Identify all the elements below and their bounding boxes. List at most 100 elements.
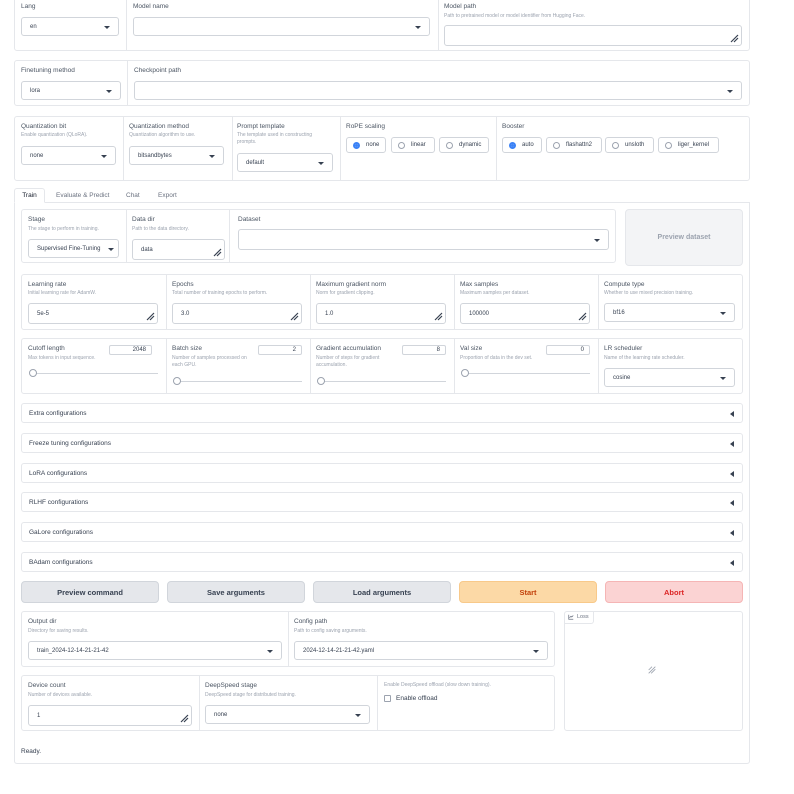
tab-underline <box>45 202 750 203</box>
accordion-rlhf[interactable]: RLHF configurations <box>21 492 743 512</box>
checkbox-icon <box>384 694 391 702</box>
batch-size-slider-handle[interactable] <box>173 377 181 385</box>
divider <box>454 275 455 329</box>
max-grad-norm-input[interactable]: 1.0 <box>316 303 446 324</box>
max-grad-norm-value: 1.0 <box>325 310 334 317</box>
accordion-lora[interactable]: LoRA configurations <box>21 463 743 483</box>
batch-size-number[interactable]: 2 <box>258 345 302 355</box>
cutoff-length-slider-track[interactable] <box>30 373 158 374</box>
max-samples-input[interactable]: 100000 <box>460 303 590 324</box>
rope-option-dynamic[interactable]: dynamic <box>439 137 489 153</box>
batch-size-label: Batch size <box>172 345 202 352</box>
tab-chat[interactable]: Chat <box>126 192 140 199</box>
radio-selected-icon <box>353 141 360 149</box>
val-size-label: Val size <box>460 345 483 352</box>
cutoff-length-label: Cutoff length <box>28 345 65 352</box>
cutoff-length-slider-handle[interactable] <box>29 369 37 377</box>
radio-icon <box>398 141 405 149</box>
lang-dropdown[interactable]: en <box>21 17 119 36</box>
accordion-badam[interactable]: BAdam configurations <box>21 552 743 572</box>
radio-selected-icon <box>509 141 516 149</box>
model-name-dropdown[interactable] <box>133 17 430 36</box>
checkpoint-path-dropdown[interactable] <box>134 81 742 100</box>
divider <box>598 339 599 393</box>
data-dir-info: Path to the data directory. <box>132 226 189 232</box>
quantization-method-label: Quantization method <box>129 123 189 130</box>
divider <box>126 0 127 50</box>
gradient-accumulation-number[interactable]: 8 <box>402 345 446 355</box>
gradient-accumulation-slider-track[interactable] <box>318 381 446 382</box>
enable-offload-checkbox[interactable]: Enable offload <box>384 693 437 703</box>
tab-export[interactable]: Export <box>158 192 177 199</box>
tab-train[interactable]: Train <box>14 188 45 203</box>
tab-evaluate-predict[interactable]: Evaluate & Predict <box>56 192 109 199</box>
lr-scheduler-dropdown[interactable]: cosine <box>604 368 735 387</box>
chevron-down-icon <box>594 238 600 242</box>
accordion-freeze-tuning[interactable]: Freeze tuning configurations <box>21 433 743 453</box>
radio-icon <box>446 141 453 149</box>
accordion-galore[interactable]: GaLore configurations <box>21 522 743 542</box>
rope-option-linear[interactable]: linear <box>391 137 435 153</box>
rope-option-none[interactable]: none <box>346 137 386 153</box>
finetuning-method-dropdown[interactable]: lora <box>21 81 121 100</box>
batch-size-value: 2 <box>292 347 296 353</box>
gradient-accumulation-slider-handle[interactable] <box>317 377 325 385</box>
start-button[interactable]: Start <box>459 581 597 603</box>
device-count-input[interactable]: 1 <box>28 705 192 726</box>
cutoff-length-number[interactable]: 2048 <box>109 345 152 355</box>
resize-handle-icon[interactable] <box>146 312 155 321</box>
rope-option-label: linear <box>411 142 426 148</box>
stage-info: The stage to perform in training. <box>28 226 99 232</box>
val-size-slider-track[interactable] <box>462 373 590 374</box>
booster-option-auto[interactable]: auto <box>502 137 542 153</box>
val-size-number[interactable]: 0 <box>546 345 590 355</box>
quantization-method-dropdown[interactable]: bitsandbytes <box>129 146 224 165</box>
data-dir-label: Data dir <box>132 216 155 223</box>
model-path-input[interactable] <box>444 25 742 46</box>
resize-handle-icon[interactable] <box>730 34 739 43</box>
stage-dropdown[interactable]: Supervised Fine-Tuning <box>28 239 119 258</box>
val-size-slider-handle[interactable] <box>461 369 469 377</box>
preview-dataset-button[interactable]: Preview dataset <box>625 209 743 266</box>
resize-handle-icon[interactable] <box>434 312 443 321</box>
epochs-input[interactable]: 3.0 <box>172 303 302 324</box>
deepspeed-stage-dropdown[interactable]: none <box>205 705 370 724</box>
quantization-bit-dropdown[interactable]: none <box>21 146 116 165</box>
accordion-title: LoRA configurations <box>29 470 88 477</box>
accordion-title: Extra configurations <box>29 410 87 417</box>
prompt-template-dropdown[interactable]: default <box>237 153 333 172</box>
dataset-dropdown[interactable] <box>238 229 609 250</box>
divider <box>438 0 439 50</box>
resize-handle-icon[interactable] <box>578 312 587 321</box>
abort-button[interactable]: Abort <box>605 581 743 603</box>
resize-handle-icon[interactable] <box>180 714 189 723</box>
loss-plot-tag: Loss <box>564 611 594 624</box>
data-dir-input[interactable]: data <box>132 239 225 260</box>
device-count-label: Device count <box>28 682 66 689</box>
learning-rate-input[interactable]: 5e-5 <box>28 303 158 324</box>
config-path-dropdown[interactable]: 2024-12-14-21-21-42.yaml <box>294 641 548 660</box>
preview-command-button[interactable]: Preview command <box>21 581 159 603</box>
resize-handle-icon[interactable] <box>213 248 222 257</box>
output-dir-dropdown[interactable]: train_2024-12-14-21-21-42 <box>28 641 282 660</box>
data-dir-value: data <box>141 246 153 253</box>
booster-option-liger-kernel[interactable]: liger_kernel <box>658 137 719 153</box>
booster-option-flashattn2[interactable]: flashattn2 <box>546 137 602 153</box>
chevron-down-icon <box>318 161 324 165</box>
config-path-info: Path to config saving arguments. <box>294 628 367 634</box>
quantization-bit-label: Quantization bit <box>21 123 67 130</box>
resize-handle-icon[interactable] <box>290 312 299 321</box>
save-arguments-button[interactable]: Save arguments <box>167 581 305 603</box>
prompt-template-info-2: prompts. <box>237 139 257 145</box>
batch-size-slider-track[interactable] <box>174 381 302 382</box>
divider <box>496 117 497 180</box>
batch-size-info-1: Number of samples processed on <box>172 355 247 361</box>
divider <box>127 61 128 105</box>
accordion-title: Freeze tuning configurations <box>29 440 112 447</box>
max-samples-label: Max samples <box>460 281 499 288</box>
load-arguments-button[interactable]: Load arguments <box>313 581 451 603</box>
dataset-label: Dataset <box>238 216 261 223</box>
accordion-extra-configurations[interactable]: Extra configurations <box>21 403 743 423</box>
booster-option-unsloth[interactable]: unsloth <box>605 137 654 153</box>
compute-type-dropdown[interactable]: bf16 <box>604 303 735 322</box>
